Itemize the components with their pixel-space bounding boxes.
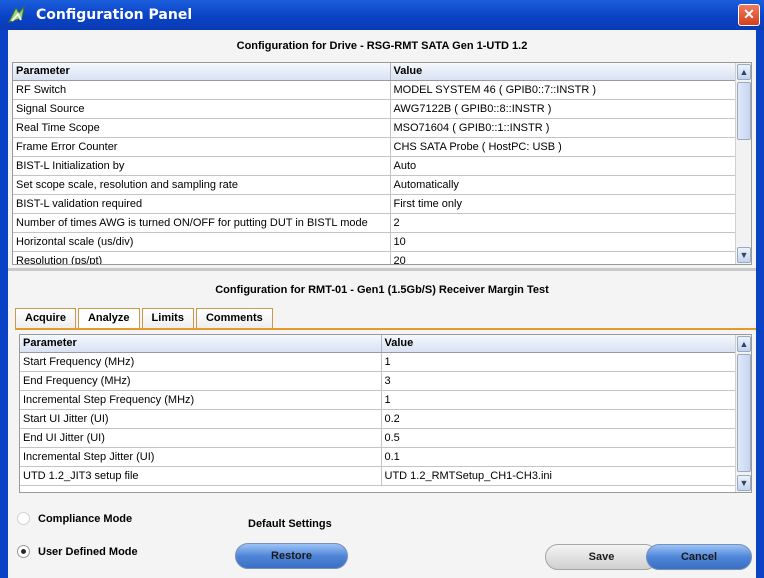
title-bar: Configuration Panel ✕ — [0, 0, 764, 30]
cell-parameter[interactable]: Resolution (ps/pt) — [13, 251, 391, 264]
table-row[interactable]: Incremental Step Frequency (MHz) 1 — [20, 390, 737, 410]
user-defined-mode-radio[interactable]: User Defined Mode — [17, 545, 138, 558]
tab-underline — [15, 328, 756, 330]
test-grid-scrollbar[interactable]: ▲ ▼ — [735, 335, 751, 492]
cell-parameter[interactable]: Frame Error Counter — [13, 137, 391, 157]
cell-value[interactable]: 0.5 — [381, 428, 737, 448]
cell-parameter[interactable]: UTD 1.2_JIT3 setup file — [20, 466, 382, 486]
cell-value[interactable]: 10 — [390, 232, 737, 252]
tab-comments[interactable]: Comments — [195, 308, 273, 328]
table-row[interactable]: End Frequency (MHz) 3 — [20, 371, 737, 391]
table-row[interactable]: Start Frequency (MHz) 1 — [20, 352, 737, 372]
cancel-button[interactable]: Cancel — [646, 544, 752, 570]
cell-value[interactable]: Auto — [390, 156, 737, 176]
cell-parameter[interactable]: BIST-L Initialization by — [13, 156, 391, 176]
cell-parameter[interactable]: End UI Jitter (UI) — [20, 428, 382, 448]
cell-parameter[interactable]: Signal Source — [13, 99, 391, 119]
table-row[interactable]: Number of times AWG is turned ON/OFF for… — [13, 213, 737, 233]
configuration-panel-window: Configuration Panel ✕ Configuration for … — [0, 0, 764, 578]
cell-parameter[interactable]: Real Time Scope — [13, 118, 391, 138]
window-border-right — [756, 30, 764, 578]
cell-value[interactable]: 1 — [381, 352, 737, 372]
cell-value[interactable]: 1 — [381, 390, 737, 410]
drive-config-title: Configuration for Drive - RSG-RMT SATA G… — [236, 40, 528, 52]
drive-grid-scrollbar[interactable]: ▲ ▼ — [735, 63, 751, 264]
cell-parameter[interactable]: Start UI Jitter (UI) — [20, 409, 382, 429]
scroll-down-icon[interactable]: ▼ — [737, 475, 751, 491]
drive-parameter-grid: Parameter Value RF Switch MODEL SYSTEM 46… — [12, 62, 752, 265]
window-border-left — [0, 30, 8, 578]
scroll-down-icon[interactable]: ▼ — [737, 247, 751, 263]
table-row[interactable]: Frame Error Counter CHS SATA Probe ( Host… — [13, 137, 737, 157]
test-header-value: Value — [381, 335, 737, 353]
cell-parameter[interactable]: Horizontal scale (us/div) — [13, 232, 391, 252]
table-row[interactable]: Start UI Jitter (UI) 0.2 — [20, 409, 737, 429]
table-row[interactable]: End UI Jitter (UI) 0.5 — [20, 428, 737, 448]
cell-value[interactable]: 3 — [381, 371, 737, 391]
default-settings-label: Default Settings — [248, 518, 332, 530]
cell-parameter[interactable]: RF Switch — [13, 80, 391, 100]
user-defined-mode-label: User Defined Mode — [38, 545, 138, 558]
cell-value[interactable]: 0.2 — [381, 409, 737, 429]
cell-parameter[interactable]: Start Frequency (MHz) — [20, 352, 382, 372]
cell-parameter[interactable]: End Frequency (MHz) — [20, 371, 382, 391]
cell-value[interactable]: UTD 1.2_RMTSetup_CH1-CH3.ini — [381, 466, 737, 486]
scroll-up-icon[interactable]: ▲ — [737, 64, 751, 80]
table-row[interactable]: UTD 1.2_JIT3 setup file UTD 1.2_RMTSetup_… — [20, 466, 737, 486]
cell-value[interactable]: MSO71604 ( GPIB0::1::INSTR ) — [390, 118, 737, 138]
table-row[interactable]: RF Switch MODEL SYSTEM 46 ( GPIB0::7::INS… — [13, 80, 737, 100]
test-header-parameter: Parameter — [20, 335, 382, 353]
table-row[interactable]: BIST-L validation required First time onl… — [13, 194, 737, 214]
scroll-thumb[interactable] — [737, 354, 751, 472]
cell-value[interactable]: AWG7122B ( GPIB0::8::INSTR ) — [390, 99, 737, 119]
compliance-mode-label: Compliance Mode — [38, 512, 133, 525]
app-logo-icon — [8, 5, 25, 23]
table-row[interactable]: Real Time Scope MSO71604 ( GPIB0::1::INST… — [13, 118, 737, 138]
cell-parameter[interactable]: BIST-L validation required — [13, 194, 391, 214]
scroll-up-icon[interactable]: ▲ — [737, 336, 751, 352]
splitter[interactable] — [8, 268, 756, 271]
table-row[interactable]: Incremental Step Jitter (UI) 0.1 — [20, 447, 737, 467]
table-row[interactable]: Set scope scale, resolution and sampling… — [13, 175, 737, 195]
restore-button[interactable]: Restore — [235, 543, 348, 569]
test-config-title: Configuration for RMT-01 - Gen1 (1.5Gb/S… — [215, 284, 549, 296]
save-button[interactable]: Save — [545, 544, 658, 570]
table-row[interactable]: Resolution (ps/pt) 20 — [13, 251, 737, 264]
tab-limits[interactable]: Limits — [141, 308, 194, 328]
table-row[interactable]: Signal Source AWG7122B ( GPIB0::8::INSTR … — [13, 99, 737, 119]
table-row[interactable]: BIST-L Initialization by Auto — [13, 156, 737, 176]
test-tabs: Acquire Analyze Limits Comments — [15, 308, 275, 329]
drive-header-value: Value — [390, 63, 737, 81]
drive-header-parameter: Parameter — [13, 63, 391, 81]
radio-unchecked-icon — [17, 512, 30, 525]
cell-value[interactable]: 20 — [390, 251, 737, 264]
cell-value[interactable]: CHS SATA Probe ( HostPC: USB ) — [390, 137, 737, 157]
test-parameter-grid: Parameter Value Start Frequency (MHz) 1 En… — [19, 334, 752, 493]
cell-value[interactable]: 2 — [390, 213, 737, 233]
cell-parameter[interactable]: Incremental Step Jitter (UI) — [20, 447, 382, 467]
table-row[interactable]: Horizontal scale (us/div) 10 — [13, 232, 737, 252]
scroll-thumb[interactable] — [737, 82, 751, 140]
close-button[interactable]: ✕ — [738, 4, 760, 26]
cell-parameter[interactable]: Number of times AWG is turned ON/OFF for… — [13, 213, 391, 233]
cell-value[interactable]: MODEL SYSTEM 46 ( GPIB0::7::INSTR ) — [390, 80, 737, 100]
window-title: Configuration Panel — [36, 7, 193, 23]
radio-checked-icon — [17, 545, 30, 558]
tab-analyze[interactable]: Analyze — [77, 308, 140, 329]
compliance-mode-radio[interactable]: Compliance Mode — [17, 512, 132, 525]
tab-acquire[interactable]: Acquire — [15, 308, 76, 328]
cell-value[interactable]: 0.1 — [381, 447, 737, 467]
cell-value[interactable]: Automatically — [390, 175, 737, 195]
cell-value[interactable]: First time only — [390, 194, 737, 214]
cell-parameter[interactable]: Incremental Step Frequency (MHz) — [20, 390, 382, 410]
cell-parameter[interactable]: Set scope scale, resolution and sampling… — [13, 175, 391, 195]
